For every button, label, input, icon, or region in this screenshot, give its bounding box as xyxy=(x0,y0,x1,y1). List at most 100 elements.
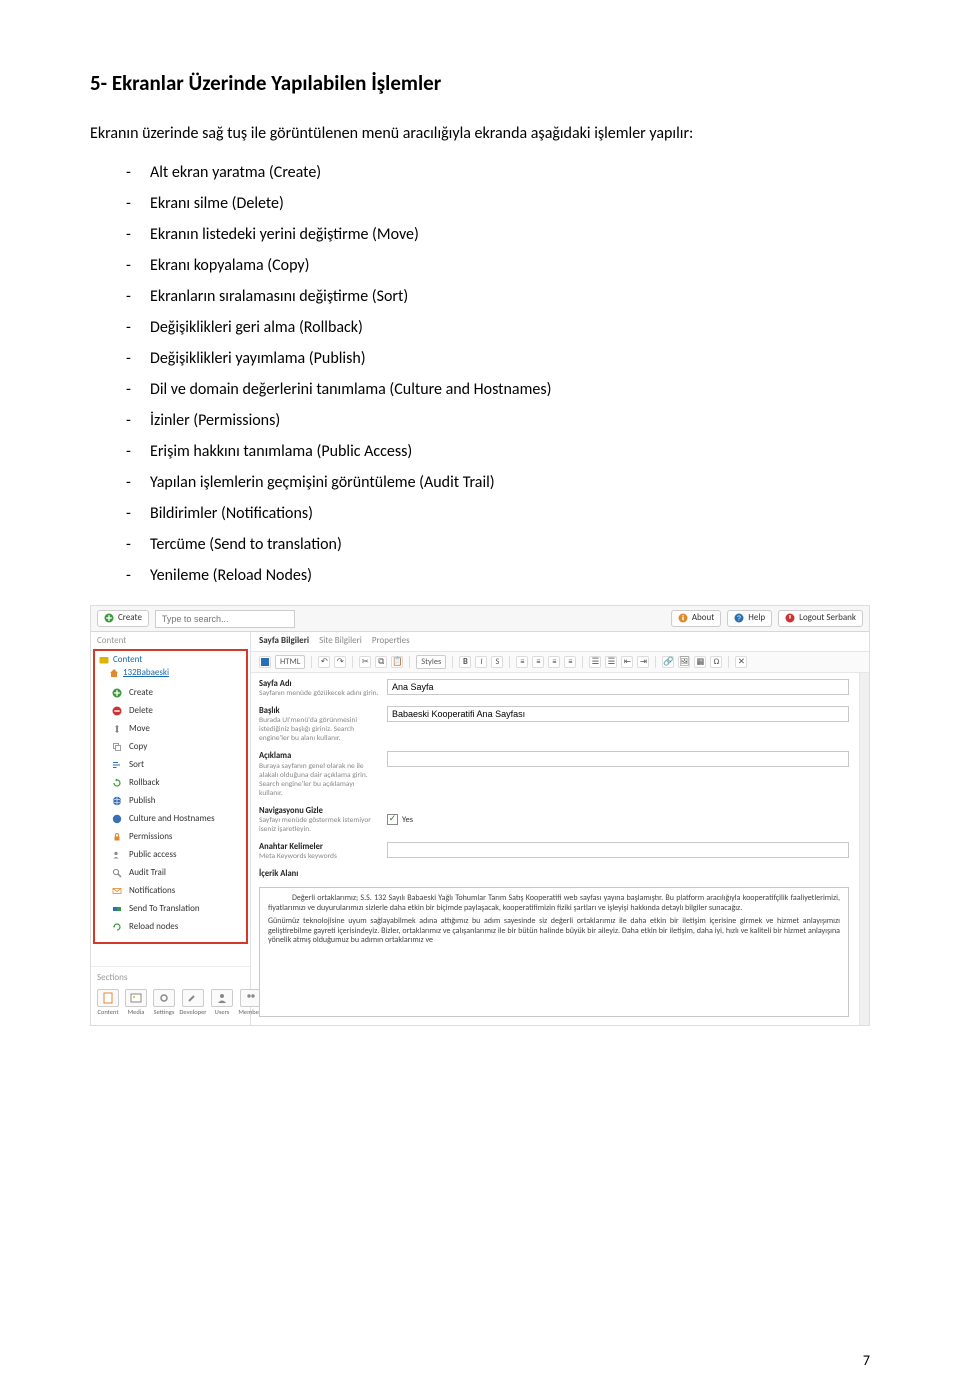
plus-icon xyxy=(111,687,123,699)
form-area: Sayfa Adı Sayfanın menüde gözükecek adın… xyxy=(251,673,869,1025)
align-left-icon[interactable]: ≡ xyxy=(516,656,528,668)
ctx-copy[interactable]: Copy xyxy=(109,738,242,756)
embedded-screenshot: Create About ? Help Logout Serbank Conte… xyxy=(90,605,870,1026)
ctx-public-access[interactable]: Public access xyxy=(109,846,242,864)
field-label-baslik: Başlık Burada UI'menü'da görünmesini ist… xyxy=(259,706,379,743)
ctx-notifications[interactable]: Notifications xyxy=(109,882,242,900)
align-justify-icon[interactable]: ≡ xyxy=(564,656,576,668)
char-icon[interactable]: Ω xyxy=(710,656,722,668)
italic-icon[interactable]: I xyxy=(475,656,487,668)
number-list-icon[interactable]: ☰ xyxy=(605,656,617,668)
input-sayfa-adi[interactable] xyxy=(387,679,849,695)
help-button[interactable]: ? Help xyxy=(727,610,772,627)
section-media[interactable]: Media xyxy=(125,989,147,1017)
list-item: Bildirimler (Notifications) xyxy=(126,504,870,523)
ctx-sort[interactable]: Sort xyxy=(109,756,242,774)
ctx-create[interactable]: Create xyxy=(109,684,242,702)
create-button[interactable]: Create xyxy=(97,610,149,627)
save-icon[interactable] xyxy=(259,656,271,668)
logout-button[interactable]: Logout Serbank xyxy=(778,610,863,627)
bold-icon[interactable]: B xyxy=(459,656,471,668)
home-icon xyxy=(109,668,119,678)
redo-icon[interactable]: ↷ xyxy=(334,656,346,668)
align-right-icon[interactable]: ≡ xyxy=(548,656,560,668)
paste-icon[interactable]: 📋 xyxy=(391,656,403,668)
align-center-icon[interactable]: ≡ xyxy=(532,656,544,668)
strike-icon[interactable]: S xyxy=(491,656,503,668)
user-icon xyxy=(215,992,229,1004)
input-anahtar[interactable] xyxy=(387,842,849,858)
list-item: Yapılan işlemlerin geçmişini görüntüleme… xyxy=(126,473,870,492)
move-icon xyxy=(111,723,123,735)
image-icon[interactable]: 🖼 xyxy=(678,656,690,668)
rollback-icon xyxy=(111,777,123,789)
input-aciklama[interactable] xyxy=(387,751,849,767)
help-icon: ? xyxy=(734,613,744,623)
cut-icon[interactable]: ✂ xyxy=(359,656,371,668)
bullet-list-icon[interactable]: ☰ xyxy=(589,656,601,668)
about-button[interactable]: About xyxy=(671,610,721,627)
field-label-aciklama: Açıklama Buraya sayfanın genel olarak ne… xyxy=(259,751,379,797)
content-editor[interactable]: Değerli ortaklarımız; S.S. 132 Sayılı Ba… xyxy=(259,887,849,1017)
ctx-rollback[interactable]: Rollback xyxy=(109,774,242,792)
intro-paragraph: Ekranın üzerinde sağ tuş ile görüntülene… xyxy=(90,124,870,143)
field-label-nav-gizle: Navigasyonu Gizle Sayfayı menüde gösterm… xyxy=(259,806,379,834)
section-settings[interactable]: Settings xyxy=(153,989,175,1017)
tabs: Sayfa Bilgileri Site Bilgileri Propertie… xyxy=(251,632,869,652)
ctx-permissions[interactable]: Permissions xyxy=(109,828,242,846)
tree-node-selected[interactable]: 132Babaeski xyxy=(99,668,242,679)
rte-styles-select[interactable]: Styles xyxy=(416,655,446,669)
table-icon[interactable]: ▦ xyxy=(694,656,706,668)
rich-text-toolbar: HTML ↶ ↷ ✂ ⧉ 📋 Styles B I S ≡ ≡ xyxy=(251,652,869,673)
plus-icon xyxy=(104,613,114,623)
tree-context-area: Content 132Babaeski Create Delete Move C… xyxy=(93,649,248,945)
ctx-culture[interactable]: Culture and Hostnames xyxy=(109,810,242,828)
sections-row: Content Media Settings Developer Users M… xyxy=(91,985,250,1025)
list-item: Ekranı kopyalama (Copy) xyxy=(126,256,870,275)
sort-icon xyxy=(111,759,123,771)
lock-icon xyxy=(111,831,123,843)
list-item: Ekranların sıralamasını değiştirme (Sort… xyxy=(126,287,870,306)
ctx-send-translation[interactable]: Send To Translation xyxy=(109,900,242,918)
ctx-audit-trail[interactable]: Audit Trail xyxy=(109,864,242,882)
list-item: İzinler (Permissions) xyxy=(126,411,870,430)
mail-icon xyxy=(111,885,123,897)
link-icon[interactable]: 🔗 xyxy=(662,656,674,668)
search-input[interactable] xyxy=(155,610,295,628)
globe-icon xyxy=(111,813,123,825)
undo-icon[interactable]: ↶ xyxy=(318,656,330,668)
ctx-move[interactable]: Move xyxy=(109,720,242,738)
section-users[interactable]: Users xyxy=(211,989,233,1017)
checkbox-nav-gizle[interactable]: ✓ xyxy=(387,814,398,825)
document-icon xyxy=(101,992,115,1004)
tree-root[interactable]: Content xyxy=(99,655,242,666)
editor-paragraph: Değerli ortaklarımız; S.S. 132 Sayılı Ba… xyxy=(268,894,840,913)
refresh-icon xyxy=(111,921,123,933)
rte-html-toggle[interactable]: HTML xyxy=(275,655,305,669)
svg-text:?: ? xyxy=(737,616,741,623)
ctx-reload[interactable]: Reload nodes xyxy=(109,918,242,936)
close-icon[interactable]: ✕ xyxy=(735,656,747,668)
app-toolbar: Create About ? Help Logout Serbank xyxy=(91,606,869,632)
list-item: Yenileme (Reload Nodes) xyxy=(126,566,870,585)
ctx-publish[interactable]: Publish xyxy=(109,792,242,810)
gear-icon xyxy=(157,992,171,1004)
scrollbar[interactable] xyxy=(859,673,869,1025)
tab-properties[interactable]: Properties xyxy=(372,636,410,647)
section-heading-content: Content xyxy=(91,632,250,649)
field-label-sayfa-adi: Sayfa Adı Sayfanın menüde gözükecek adın… xyxy=(259,679,379,698)
indent-icon[interactable]: ⇥ xyxy=(637,656,649,668)
input-baslik[interactable] xyxy=(387,706,849,722)
copy-icon[interactable]: ⧉ xyxy=(375,656,387,668)
tab-sayfa-bilgileri[interactable]: Sayfa Bilgileri xyxy=(259,636,309,647)
section-content[interactable]: Content xyxy=(97,989,119,1017)
outdent-icon[interactable]: ⇤ xyxy=(621,656,633,668)
ctx-delete[interactable]: Delete xyxy=(109,702,242,720)
section-developer[interactable]: Developer xyxy=(181,989,205,1017)
user-lock-icon xyxy=(111,849,123,861)
tab-site-bilgileri[interactable]: Site Bilgileri xyxy=(319,636,362,647)
left-panel: Content Content 132Babaeski Create Delet… xyxy=(91,632,251,1025)
checkbox-label: Yes xyxy=(402,815,413,825)
field-label-icerik: İçerik Alanı xyxy=(259,869,379,879)
create-button-label: Create xyxy=(118,613,142,624)
